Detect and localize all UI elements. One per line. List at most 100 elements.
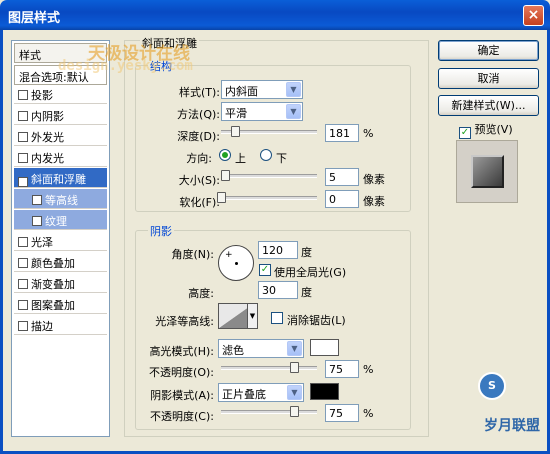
checkbox-icon[interactable]	[18, 111, 28, 121]
preview-swatch	[471, 155, 504, 188]
style-item-label: 渐变叠加	[31, 278, 75, 291]
watermark-corner: 岁月联盟	[484, 418, 540, 434]
style-item[interactable]: 等高线	[14, 189, 107, 209]
shadow-opacity-thumb[interactable]	[290, 406, 299, 417]
highlight-mode-label: 高光模式(H):	[149, 345, 214, 358]
soften-label: 软化(F):	[179, 196, 220, 209]
size-slider-thumb[interactable]	[221, 170, 230, 181]
style-item-label: 等高线	[45, 194, 78, 207]
preview-label: 预览(V)	[474, 123, 513, 136]
size-label: 大小(S):	[178, 174, 220, 187]
preview-box	[456, 140, 518, 203]
highlight-opacity-thumb[interactable]	[290, 362, 299, 373]
angle-dial[interactable]: +	[218, 245, 254, 281]
style-item-label: 图案叠加	[31, 299, 75, 312]
shadow-mode-select[interactable]: 正片叠底 ▼	[218, 383, 304, 402]
preview-checkbox[interactable]: ✓ 预览(V)	[459, 121, 513, 139]
depth-input[interactable]: 181	[325, 124, 359, 142]
title-bar: 图层样式 ×	[0, 0, 550, 30]
technique-select[interactable]: 平滑 ▼	[221, 102, 303, 121]
preview-check-icon[interactable]: ✓	[459, 127, 471, 139]
style-item[interactable]: 图案叠加	[14, 294, 107, 314]
highlight-opacity-slider[interactable]	[221, 366, 317, 370]
checkbox-icon[interactable]	[18, 279, 28, 289]
chevron-down-icon: ▼	[287, 341, 302, 356]
shadow-opacity-input[interactable]: 75	[325, 404, 359, 422]
style-item[interactable]: ✓ 斜面和浮雕	[14, 168, 107, 188]
depth-unit: %	[363, 127, 374, 140]
altitude-input[interactable]: 30	[258, 281, 298, 299]
altitude-unit: 度	[301, 286, 312, 299]
checkbox-icon[interactable]	[18, 300, 28, 310]
shadow-color-swatch[interactable]	[310, 383, 339, 400]
ok-button[interactable]: 确定	[438, 40, 539, 61]
style-item[interactable]: 内发光	[14, 147, 107, 167]
close-icon[interactable]: ×	[523, 5, 544, 26]
style-item[interactable]: 渐变叠加	[14, 273, 107, 293]
chevron-down-icon: ▼	[286, 82, 301, 97]
direction-down-radio[interactable]	[260, 149, 272, 161]
checkbox-icon[interactable]	[32, 195, 42, 205]
style-item[interactable]: 纹理	[14, 210, 107, 230]
checkbox-icon[interactable]	[18, 153, 28, 163]
direction-label: 方向:	[186, 152, 212, 165]
soften-slider[interactable]	[221, 196, 317, 200]
checkbox-icon[interactable]	[18, 258, 28, 268]
size-unit: 像素	[363, 173, 385, 186]
style-list: 样式 混合选项:默认 投影 内阴影 外发光 内发光 ✓ 斜面和浮雕 等高线 纹理 光泽 颜色叠加渐…	[11, 40, 110, 437]
angle-input[interactable]: 120	[258, 241, 298, 259]
technique-label: 方法(Q):	[177, 108, 220, 121]
style-item-label: 颜色叠加	[31, 257, 75, 270]
highlight-mode-select[interactable]: 滤色 ▼	[218, 339, 304, 358]
style-value: 内斜面	[225, 85, 258, 98]
checkbox-icon[interactable]	[18, 237, 28, 247]
highlight-opacity-input[interactable]: 75	[325, 360, 359, 378]
soften-slider-thumb[interactable]	[217, 192, 226, 203]
checkbox-icon[interactable]	[18, 132, 28, 142]
chevron-down-icon: ▼	[287, 385, 302, 400]
altitude-label: 高度:	[188, 287, 214, 300]
style-item[interactable]: 颜色叠加	[14, 252, 107, 272]
angle-label: 角度(N):	[171, 248, 214, 261]
checkbox-icon[interactable]	[18, 321, 28, 331]
depth-slider-thumb[interactable]	[231, 126, 240, 137]
highlight-opacity-unit: %	[363, 363, 374, 376]
chevron-down-icon: ▼	[286, 104, 301, 119]
direction-up-radio[interactable]	[219, 149, 231, 161]
highlight-opacity-label: 不透明度(O):	[149, 366, 214, 379]
soften-input[interactable]: 0	[325, 190, 359, 208]
gloss-contour-label: 光泽等高线:	[155, 315, 214, 328]
shadow-mode-label: 阴影模式(A):	[150, 389, 214, 402]
checkbox-icon[interactable]	[18, 90, 28, 100]
style-item[interactable]: 光泽	[14, 231, 107, 251]
watermark-url: design.yesky.com	[58, 58, 193, 74]
depth-label: 深度(D):	[177, 130, 220, 143]
checkbox-icon[interactable]	[32, 216, 42, 226]
style-select[interactable]: 内斜面 ▼	[221, 80, 303, 99]
style-item[interactable]: 外发光	[14, 126, 107, 146]
window-title: 图层样式	[8, 11, 61, 26]
style-item-label: 斜面和浮雕	[31, 173, 86, 186]
direction-up-label: 上	[235, 152, 246, 165]
global-light-checkbox[interactable]: ✓	[259, 264, 271, 276]
style-item[interactable]: 描边	[14, 315, 107, 335]
angle-unit: 度	[301, 246, 312, 259]
style-item[interactable]: 内阴影	[14, 105, 107, 125]
anti-alias-checkbox[interactable]	[271, 312, 283, 324]
new-style-button[interactable]: 新建样式(W)...	[438, 95, 539, 116]
soften-unit: 像素	[363, 195, 385, 208]
global-light-label: 使用全局光(G)	[274, 266, 347, 279]
style-item-label: 纹理	[45, 215, 67, 228]
technique-value: 平滑	[225, 107, 247, 120]
size-input[interactable]: 5	[325, 168, 359, 186]
style-item[interactable]: 投影	[14, 84, 107, 104]
style-item-label: 光泽	[31, 236, 53, 249]
cancel-button[interactable]: 取消	[438, 68, 539, 89]
size-slider[interactable]	[221, 174, 317, 178]
contour-dropdown-icon[interactable]: ▼	[247, 303, 258, 329]
checkbox-checked-icon[interactable]: ✓	[18, 177, 28, 187]
style-item-label: 投影	[31, 89, 53, 102]
crosshair-icon: +	[225, 250, 233, 260]
highlight-color-swatch[interactable]	[310, 339, 339, 356]
shadow-opacity-slider[interactable]	[221, 410, 317, 414]
